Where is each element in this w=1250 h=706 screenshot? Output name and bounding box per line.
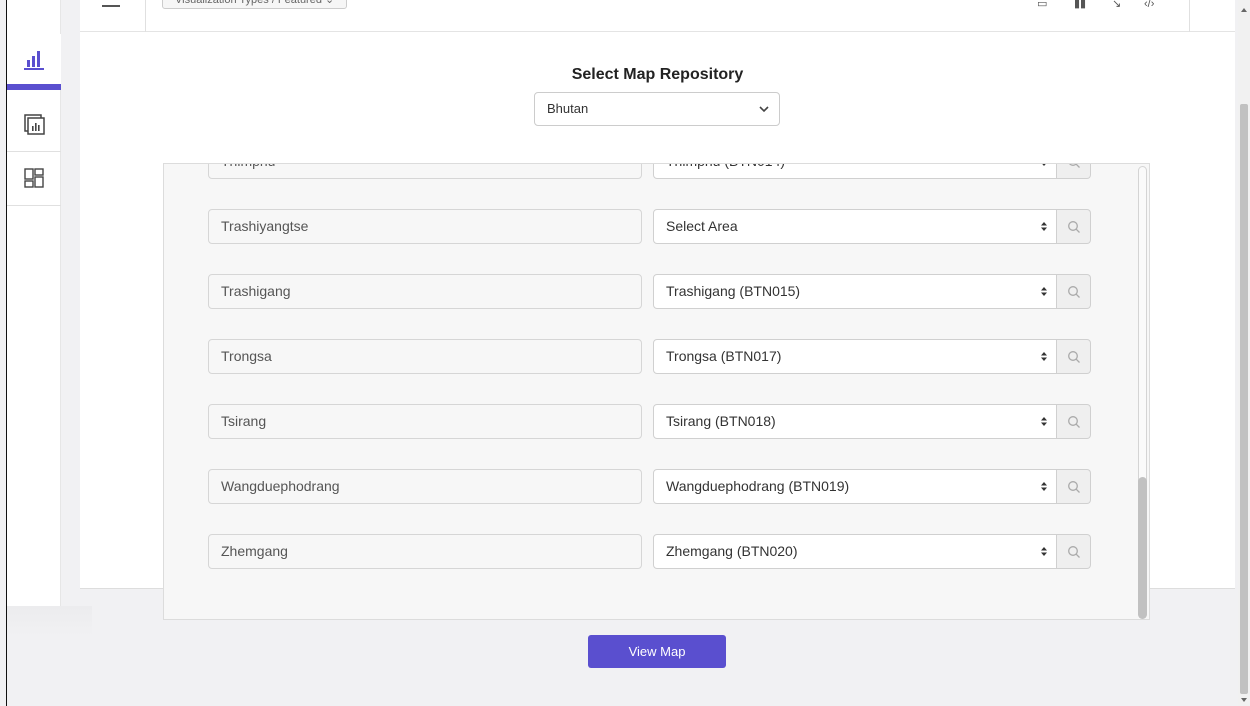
region-name-field: Wangduephodrang bbox=[208, 469, 642, 504]
sort-updown-icon bbox=[1040, 275, 1048, 308]
scroll-down-icon[interactable] bbox=[1241, 698, 1247, 702]
search-icon bbox=[1067, 285, 1080, 298]
area-search-button[interactable] bbox=[1057, 534, 1091, 569]
sort-updown-icon bbox=[1040, 340, 1048, 373]
search-icon bbox=[1069, 164, 1080, 168]
list-item: Trashiyangtse Select Area bbox=[164, 209, 1149, 244]
scroll-up-icon[interactable] bbox=[1241, 8, 1247, 12]
sort-updown-icon bbox=[1040, 405, 1048, 438]
bar-chart-icon bbox=[24, 51, 44, 70]
area-select[interactable]: Thimphu (BTN014) bbox=[653, 164, 1057, 179]
report-chart-icon bbox=[24, 113, 45, 135]
area-search-button[interactable] bbox=[1057, 164, 1091, 179]
list-item: Trashigang Trashigang (BTN015) bbox=[164, 274, 1149, 309]
area-mapping-list[interactable]: Thimphu Thimphu (BTN014) Trashiyangtse Sele… bbox=[163, 163, 1150, 620]
list-item: Tsirang Tsirang (BTN018) bbox=[164, 404, 1149, 439]
sort-updown-icon bbox=[1040, 535, 1048, 568]
area-select-value: Thimphu (BTN014) bbox=[666, 164, 785, 169]
sidebar-item-reports[interactable] bbox=[7, 96, 61, 152]
chevron-down-icon bbox=[759, 93, 769, 137]
area-select[interactable]: Tsirang (BTN018) bbox=[653, 404, 1057, 439]
region-name-field: Trashiyangtse bbox=[208, 209, 642, 244]
toolbar-divider bbox=[1189, 0, 1190, 32]
dashboard-grid-icon bbox=[24, 167, 44, 188]
toolbar-divider bbox=[145, 0, 146, 32]
page-scrollbar-thumb[interactable] bbox=[1240, 104, 1248, 694]
left-sidebar bbox=[7, 0, 61, 608]
search-icon bbox=[1067, 480, 1080, 493]
list-item: Thimphu Thimphu (BTN014) bbox=[164, 164, 1149, 179]
sidebar-item-dashboards[interactable] bbox=[7, 150, 61, 206]
area-search-button[interactable] bbox=[1057, 469, 1091, 504]
list-item: Zhemgang Zhemgang (BTN020) bbox=[164, 534, 1149, 569]
list-scrollbar-thumb[interactable] bbox=[1138, 477, 1147, 619]
area-select[interactable]: Select Area bbox=[653, 209, 1057, 244]
list-item: Trongsa Trongsa (BTN017) bbox=[164, 339, 1149, 374]
area-search-button[interactable] bbox=[1057, 209, 1091, 244]
region-name-field: Zhemgang bbox=[208, 534, 642, 569]
area-select-value: Tsirang (BTN018) bbox=[666, 413, 776, 429]
list-item: Wangduephodrang Wangduephodrang (BTN019) bbox=[164, 469, 1149, 504]
repository-select[interactable]: Bhutan bbox=[534, 92, 780, 126]
page-scrollbar[interactable] bbox=[1238, 0, 1250, 706]
sidebar-item-charts[interactable] bbox=[7, 34, 61, 90]
embed-code-icon[interactable]: ‹/› bbox=[1144, 0, 1154, 10]
repository-select-value: Bhutan bbox=[547, 101, 589, 116]
area-search-button[interactable] bbox=[1057, 339, 1091, 374]
area-select[interactable]: Zhemgang (BTN020) bbox=[653, 534, 1057, 569]
search-icon bbox=[1067, 220, 1080, 233]
view-map-button[interactable]: View Map bbox=[588, 635, 726, 668]
region-name-field: Trongsa bbox=[208, 339, 642, 374]
area-search-button[interactable] bbox=[1057, 404, 1091, 439]
sort-updown-icon bbox=[1040, 210, 1048, 243]
area-select[interactable]: Trongsa (BTN017) bbox=[653, 339, 1057, 374]
search-icon bbox=[1067, 545, 1080, 558]
save-icon[interactable]: ▭ bbox=[1037, 0, 1047, 10]
sidebar-shadow bbox=[7, 606, 92, 636]
region-name-field: Thimphu bbox=[208, 164, 642, 179]
share-icon[interactable]: ↘ bbox=[1112, 0, 1121, 10]
list-scrollbar[interactable] bbox=[1138, 166, 1147, 619]
menu-icon[interactable] bbox=[102, 5, 120, 8]
sort-updown-icon bbox=[1040, 470, 1048, 503]
area-select-value: Wangduephodrang (BTN019) bbox=[666, 478, 850, 494]
search-icon bbox=[1067, 350, 1080, 363]
area-select-value: Select Area bbox=[666, 218, 738, 234]
breadcrumb[interactable]: Visualization Types / Featured ⌄ bbox=[162, 0, 348, 9]
area-select-value: Trongsa (BTN017) bbox=[666, 348, 782, 364]
area-select-value: Trashigang (BTN015) bbox=[666, 283, 801, 299]
region-name-field: Trashigang bbox=[208, 274, 642, 309]
area-select-value: Zhemgang (BTN020) bbox=[666, 543, 798, 559]
area-select[interactable]: Trashigang (BTN015) bbox=[653, 274, 1057, 309]
region-name-field: Tsirang bbox=[208, 404, 642, 439]
page-title: Select Map Repository bbox=[571, 66, 744, 83]
sort-updown-icon bbox=[1040, 164, 1048, 178]
top-toolbar: Visualization Types / Featured ⌄ ▭ ▮▮ ↘ … bbox=[80, 0, 1235, 32]
area-search-button[interactable] bbox=[1057, 274, 1091, 309]
chart-icon[interactable]: ▮▮ bbox=[1074, 0, 1086, 10]
area-select[interactable]: Wangduephodrang (BTN019) bbox=[653, 469, 1057, 504]
search-icon bbox=[1067, 415, 1080, 428]
